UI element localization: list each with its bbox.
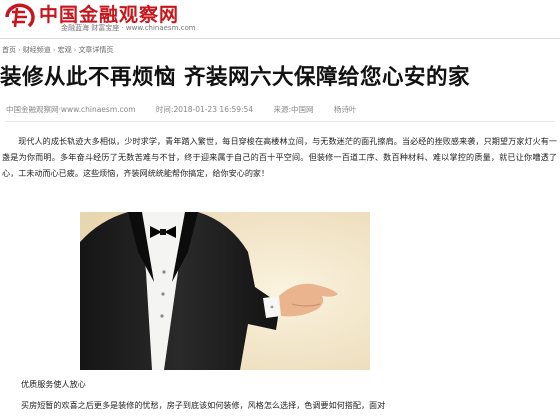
site-logo[interactable]: 中国金融观察网 金融蓝海 财富宝座 · www.chinaesm.com: [3, 0, 203, 36]
meta-site[interactable]: 中国金融观察网·www.chinaesm.com: [6, 105, 136, 114]
site-logo-icon: [5, 3, 35, 28]
breadcrumb-home[interactable]: 首页: [2, 46, 16, 54]
breadcrumb: 首页 › 财经频道 › 宏观 › 文章详情页: [2, 45, 113, 55]
meta-author: 杨诗叶: [333, 105, 357, 114]
meta-source: 来源:中国网: [273, 105, 314, 114]
header-divider: [0, 38, 560, 39]
breadcrumb-separator: ›: [18, 46, 21, 54]
article-paragraph: 现代人的成长轨迹大多相似，少时求学，青年踏入繁世，每日穿梭在高楼林立间，与无数迷…: [2, 136, 557, 178]
meta-time: 时间:2018-01-23 16:59:54: [155, 105, 254, 114]
article-paragraph: 买房短暂的欢喜之后更多是装修的忧愁，房子到底该如何装修，风格怎么选择，色调要如何…: [21, 400, 386, 410]
breadcrumb-finance-channel[interactable]: 财经频道: [23, 46, 51, 54]
article-image: [80, 212, 370, 370]
breadcrumb-separator: ›: [52, 46, 56, 54]
image-caption: 优质服务使人放心: [21, 379, 86, 389]
article-title: 装修从此不再烦恼 齐装网六大保障给您心安的家: [0, 65, 470, 90]
meta-divider: [6, 121, 554, 122]
breadcrumb-macro[interactable]: 宏观: [58, 46, 72, 54]
site-slogan: 金融蓝海 财富宝座 · www.chinaesm.com: [61, 24, 196, 32]
breadcrumb-current: 文章详情页: [78, 46, 114, 54]
article-meta: 中国金融观察网·www.chinaesm.com 时间:2018-01-23 1…: [6, 104, 374, 115]
